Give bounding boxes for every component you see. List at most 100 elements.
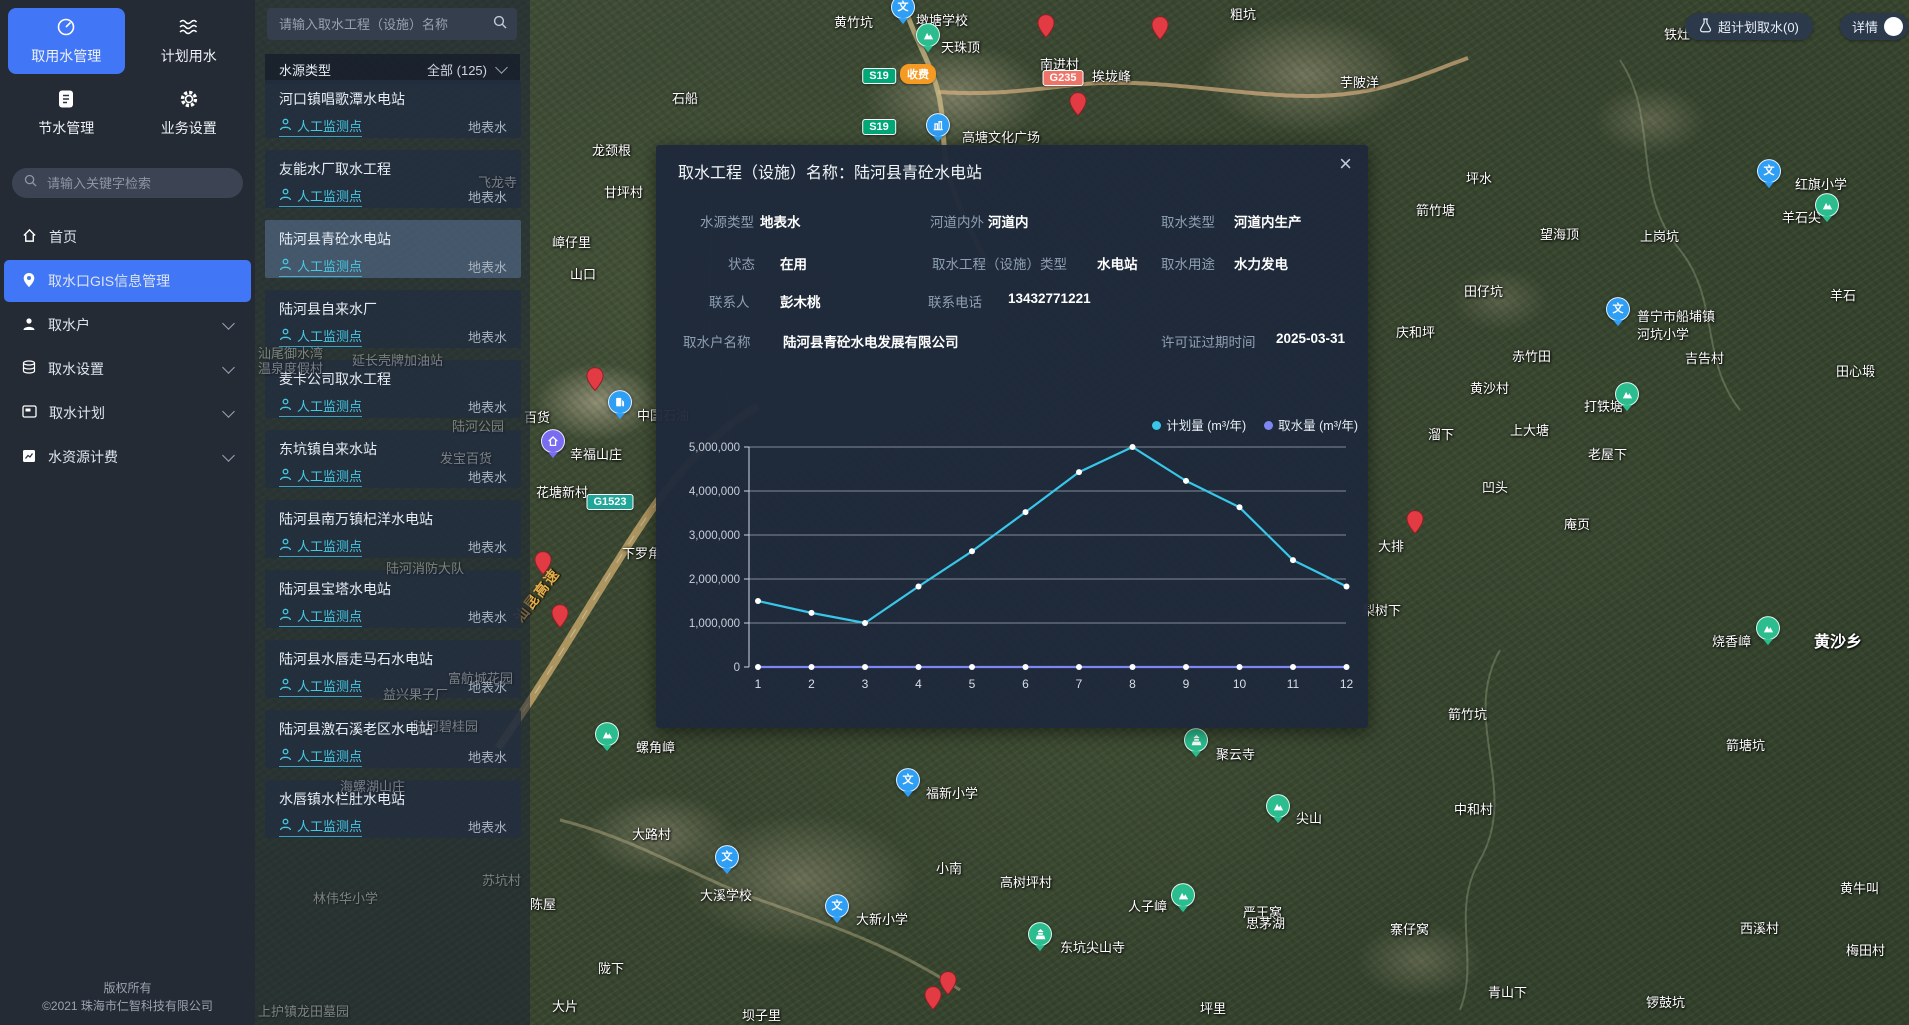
search-icon[interactable]	[493, 15, 507, 34]
over-plan-water-button[interactable]: 超计划取水(0)	[1685, 13, 1813, 40]
school-marker[interactable]: 文	[891, 0, 915, 24]
sidebar-item-取水口GIS信息管理[interactable]: 取水口GIS信息管理	[4, 260, 251, 302]
map-label: 东坑尖山寺	[1060, 937, 1125, 956]
map-label: 普宁市船埔镇	[1637, 306, 1715, 325]
svg-text:10: 10	[1233, 677, 1247, 691]
toggle-knob[interactable]	[1884, 17, 1903, 36]
temple-marker[interactable]	[1028, 922, 1052, 951]
legend-item[interactable]: 取水量 (m³/年)	[1264, 415, 1358, 434]
temple-marker[interactable]	[1184, 728, 1208, 757]
manual-monitor-link[interactable]: 人工监测点	[279, 186, 362, 207]
mountain-marker[interactable]	[595, 722, 619, 751]
map-label: 黄牛叫	[1840, 878, 1879, 897]
menu-label: 取水计划	[49, 403, 105, 423]
sidebar-item-首页[interactable]: 首页	[4, 216, 251, 258]
manual-monitor-link[interactable]: 人工监测点	[279, 536, 362, 557]
red-pin-marker[interactable]	[1069, 92, 1088, 122]
manual-monitor-link[interactable]: 人工监测点	[279, 256, 362, 277]
svg-text:1,000,000: 1,000,000	[689, 618, 740, 630]
close-icon[interactable]: ×	[1339, 153, 1352, 175]
water-source-type: 地表水	[468, 537, 507, 556]
school-marker[interactable]: 文	[1606, 297, 1630, 326]
sidebar-item-取水户[interactable]: 取水户	[4, 304, 251, 346]
field-label: 联系电话	[928, 295, 982, 310]
water-source-type: 地表水	[468, 817, 507, 836]
legend-item[interactable]: 计划量 (m³/年)	[1152, 415, 1246, 434]
sidebar-item-取水计划[interactable]: 取水计划	[4, 392, 251, 434]
station-card[interactable]: 陆河县自来水厂人工监测点地表水	[265, 290, 521, 348]
water-source-type: 地表水	[468, 747, 507, 766]
map-label: 大排	[1378, 536, 1404, 555]
station-card[interactable]: 陆河县激石溪老区水电站人工监测点地表水	[265, 710, 521, 768]
map-label: 老屋下	[1588, 444, 1627, 463]
school-marker[interactable]: 文	[896, 768, 920, 797]
detail-toggle[interactable]: 详情	[1840, 13, 1908, 40]
red-pin-marker[interactable]	[534, 551, 553, 581]
mountain-marker[interactable]	[1615, 382, 1639, 411]
manual-monitor-link[interactable]: 人工监测点	[279, 116, 362, 137]
manual-monitor-link[interactable]: 人工监测点	[279, 606, 362, 627]
red-pin-marker[interactable]	[1151, 16, 1170, 46]
manual-monitor-link[interactable]: 人工监测点	[279, 396, 362, 417]
map-label: 坪里	[1200, 998, 1226, 1017]
manual-monitor-link[interactable]: 人工监测点	[279, 746, 362, 767]
fuel-marker[interactable]	[608, 390, 632, 419]
field-label: 状态	[728, 257, 755, 272]
app-tile-业务设置[interactable]: 业务设置	[131, 80, 248, 146]
manual-monitor-link[interactable]: 人工监测点	[279, 676, 362, 697]
station-card[interactable]: 河口镇唱歌潭水电站人工监测点地表水	[265, 80, 521, 138]
red-pin-marker[interactable]	[924, 986, 943, 1016]
sidebar-item-取水设置[interactable]: 取水设置	[4, 348, 251, 390]
mountain-marker[interactable]	[1171, 883, 1195, 912]
app-tile-取用水管理[interactable]: 取用水管理	[8, 8, 125, 74]
road-badge: S19	[862, 119, 896, 135]
mountain-marker[interactable]	[1266, 794, 1290, 823]
modal-title: 取水工程（设施）名称：陆河县青砼水电站	[678, 159, 982, 183]
map-label: 上大塘	[1510, 420, 1549, 439]
red-pin-marker[interactable]	[1037, 14, 1056, 44]
sidebar-search-input[interactable]	[45, 175, 231, 192]
sidebar-item-水资源计费[interactable]: 水资源计费	[4, 436, 251, 478]
map-label: 上护镇龙田墓园	[258, 1001, 349, 1020]
school-marker[interactable]: 文	[825, 894, 849, 923]
station-search-input[interactable]	[277, 16, 493, 33]
field-value: 河道内	[988, 215, 1029, 230]
map-label: 梅田村	[1846, 940, 1885, 959]
svg-text:1: 1	[755, 677, 762, 691]
field-label: 取水工程（设施）类型	[932, 257, 1067, 272]
station-card[interactable]: 陆河县南万镇杞洋水电站人工监测点地表水	[265, 500, 521, 558]
red-pin-marker[interactable]	[551, 604, 570, 634]
svg-text:11: 11	[1287, 677, 1300, 691]
resort-marker[interactable]	[541, 429, 565, 458]
app-tile-label: 取用水管理	[31, 46, 101, 66]
field-value: 彭木桃	[780, 295, 821, 310]
road-badge: G1523	[586, 494, 633, 510]
red-pin-marker[interactable]	[1406, 510, 1425, 540]
mountain-marker[interactable]	[916, 23, 940, 52]
red-pin-marker[interactable]	[586, 367, 605, 397]
station-card[interactable]: 陆河县青砼水电站人工监测点地表水	[265, 220, 521, 278]
school-marker[interactable]: 文	[715, 845, 739, 874]
sidebar-search[interactable]	[12, 168, 243, 198]
person-icon	[279, 748, 292, 764]
school-marker[interactable]: 文	[1757, 159, 1781, 188]
manual-monitor-link[interactable]: 人工监测点	[279, 816, 362, 837]
map-label: 甘坪村	[604, 182, 643, 201]
plaza-marker[interactable]	[926, 113, 950, 142]
app-tile-label: 节水管理	[38, 118, 94, 138]
filter-value[interactable]: 全部 (125)	[427, 60, 487, 79]
mountain-marker[interactable]	[1815, 193, 1839, 222]
water-source-type: 地表水	[468, 467, 507, 486]
map-label: 黄沙乡	[1814, 628, 1862, 652]
field-value: 13432771221	[1008, 291, 1091, 306]
annual-volume-chart: 01,000,0002,000,0003,000,0004,000,0005,0…	[656, 145, 1368, 728]
field-label: 许可证过期时间	[1161, 335, 1256, 350]
manual-monitor-link[interactable]: 人工监测点	[279, 466, 362, 487]
station-card[interactable]: 陆河县宝塔水电站人工监测点地表水	[265, 570, 521, 628]
app-tile-计划用水[interactable]: 计划用水	[131, 8, 248, 74]
search-icon	[24, 174, 37, 192]
app-tile-节水管理[interactable]: 节水管理	[8, 80, 125, 146]
mountain-marker[interactable]	[1756, 616, 1780, 645]
map-label: 苏坑村	[482, 870, 521, 889]
station-search[interactable]	[267, 8, 517, 40]
